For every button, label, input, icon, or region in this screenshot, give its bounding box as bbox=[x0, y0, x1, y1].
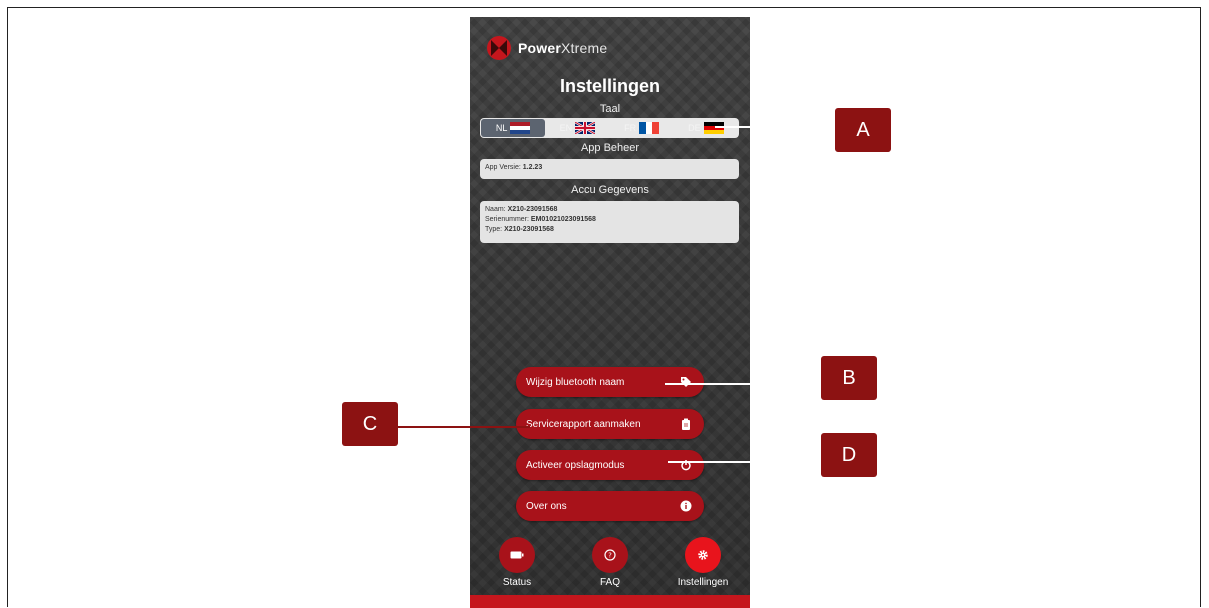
svg-text:?: ? bbox=[608, 552, 612, 560]
bottom-navigation: Status ? FAQ Instellingen bbox=[470, 537, 750, 597]
german-flag-icon bbox=[703, 122, 724, 134]
language-section-label: Taal bbox=[599, 103, 621, 115]
powerxtreme-logo-icon bbox=[487, 36, 511, 60]
language-selector: NL EN FR DE bbox=[480, 118, 739, 138]
dutch-flag-icon bbox=[510, 122, 531, 134]
callout-b: B bbox=[821, 356, 877, 400]
language-option-de[interactable]: DE bbox=[674, 119, 738, 137]
french-flag-icon bbox=[639, 122, 660, 134]
callout-c-line bbox=[398, 426, 530, 428]
page-title: Instellingen bbox=[559, 76, 660, 96]
callout-c: C bbox=[342, 402, 398, 446]
language-option-nl[interactable]: NL bbox=[481, 119, 546, 137]
uk-flag-icon bbox=[575, 122, 596, 134]
gear-icon bbox=[685, 537, 721, 573]
callout-d-line bbox=[668, 461, 821, 463]
callout-a-line bbox=[715, 126, 835, 128]
brand: PowerXtreme bbox=[486, 35, 607, 61]
battery-data-box: Naam: X210-23091568 Serienummer: EM01021… bbox=[480, 201, 739, 243]
create-service-report-button[interactable]: Servicerapport aanmaken bbox=[516, 409, 704, 439]
battery-icon bbox=[499, 537, 535, 573]
callout-a: A bbox=[835, 108, 891, 152]
language-option-fr[interactable]: FR bbox=[610, 119, 674, 137]
activate-storage-mode-button[interactable]: Activeer opslagmodus bbox=[516, 450, 704, 480]
nav-faq[interactable]: ? FAQ bbox=[575, 537, 645, 588]
battery-name: Naam: X210-23091568 bbox=[485, 206, 558, 213]
info-icon bbox=[680, 500, 692, 512]
battery-type: Type: X210-23091568 bbox=[485, 226, 554, 233]
battery-serial: Serienummer: EM0102102309156­8 bbox=[485, 216, 596, 223]
clipboard-icon bbox=[680, 418, 692, 430]
app-version-box: App Versie: 1.2.23 bbox=[480, 159, 739, 179]
about-us-button[interactable]: Over ons bbox=[516, 491, 704, 521]
rename-bluetooth-button[interactable]: Wijzig bluetooth naam bbox=[516, 367, 704, 397]
language-option-en[interactable]: EN bbox=[545, 119, 609, 137]
help-icon: ? bbox=[592, 537, 628, 573]
app-management-label: App Beheer bbox=[580, 142, 640, 154]
nav-settings[interactable]: Instellingen bbox=[668, 537, 738, 588]
callout-d: D bbox=[821, 433, 877, 477]
tag-icon bbox=[680, 376, 692, 388]
nav-status[interactable]: Status bbox=[482, 537, 552, 588]
battery-data-label: Accu Gegevens bbox=[571, 184, 649, 196]
callout-b-line bbox=[665, 383, 821, 385]
nav-settings-label: Instellingen bbox=[677, 577, 729, 588]
nav-faq-label: FAQ bbox=[599, 577, 620, 588]
brand-name: PowerXtreme bbox=[518, 40, 608, 56]
bottom-strip bbox=[470, 595, 750, 608]
phone-screen: PowerXtreme Instellingen Taal NL EN FR D… bbox=[470, 17, 750, 608]
nav-status-label: Status bbox=[502, 577, 532, 588]
